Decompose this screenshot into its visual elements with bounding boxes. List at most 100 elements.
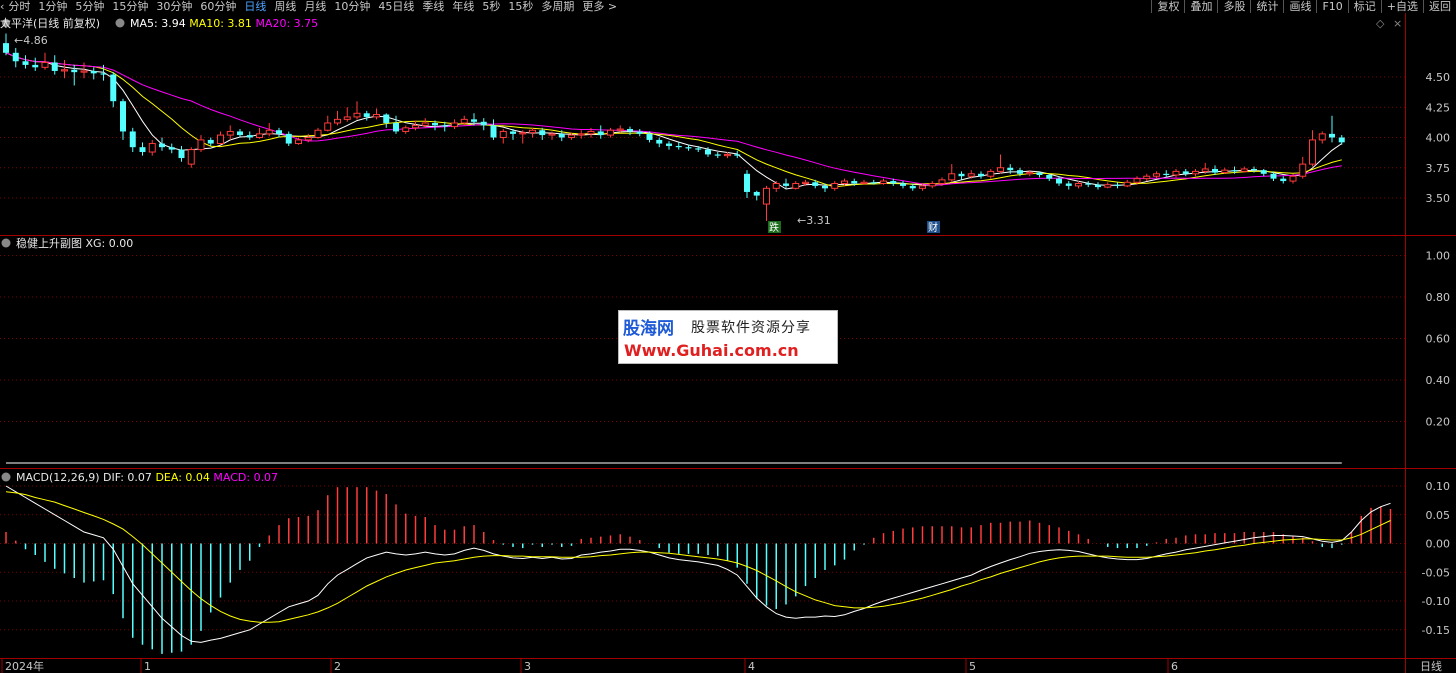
candle-body-120 <box>1172 170 1180 176</box>
candle-body-9 <box>90 70 97 74</box>
tool-button-8[interactable]: 返回 <box>1423 0 1456 13</box>
candle-body-40 <box>393 122 399 132</box>
price-tick-2: 4.00 <box>1426 132 1451 145</box>
period-tab-5[interactable]: 60分钟 <box>200 0 236 13</box>
ma5-line <box>5 52 1343 190</box>
period-tab-1[interactable]: 1分钟 <box>38 0 67 13</box>
stock-title: 太平洋(日线 前复权) <box>0 16 100 30</box>
candle-body-95 <box>928 182 936 187</box>
macd-tick-2: 0.00 <box>1426 538 1451 551</box>
candle-body-80 <box>783 183 789 186</box>
watermark-tagline: 股票软件资源分享 <box>691 320 811 336</box>
candle-body-30 <box>295 139 302 145</box>
xaxis-label-0: 2024年 <box>5 659 44 673</box>
period-tab-14[interactable]: 15秒 <box>508 0 533 13</box>
candle-body-109 <box>1065 183 1072 186</box>
period-tabs: ‹ 分时 1分钟 5分钟 15分钟 30分钟 60分钟 日线 周线 月线 10分钟 45日线 季线 年线 5… <box>0 0 625 13</box>
candle-body-33 <box>324 122 332 131</box>
ma20-line <box>5 52 1342 186</box>
candle-body-27 <box>265 129 273 135</box>
candle-body-20 <box>197 139 205 151</box>
min-price-label: ←3.31 <box>797 214 831 227</box>
candle-body-118 <box>1153 173 1160 177</box>
candle-body-84 <box>822 185 828 189</box>
candle-body-97 <box>948 173 956 181</box>
period-tab-13[interactable]: 5秒 <box>482 0 500 13</box>
candle-body-11 <box>110 74 117 102</box>
ma10-line <box>5 52 1342 188</box>
scroll-left-icon[interactable]: ‹ <box>0 0 4 13</box>
period-tab-0[interactable]: 分时 <box>8 0 30 13</box>
candle-body-2 <box>22 61 29 65</box>
candle-body-108 <box>1056 178 1062 184</box>
candle-body-101 <box>987 170 995 177</box>
candle-body-130 <box>1270 173 1277 179</box>
macd-tick-1: 0.05 <box>1426 509 1451 522</box>
candle-body-14 <box>139 147 146 153</box>
period-tab-2[interactable]: 5分钟 <box>75 0 104 13</box>
candle-body-113 <box>1104 184 1112 188</box>
candle-body-3 <box>32 64 39 68</box>
candle-body-64 <box>627 129 633 132</box>
candle-body-90 <box>880 180 887 184</box>
period-tab-10[interactable]: 45日线 <box>378 0 414 13</box>
ma-legend: MA5: 3.94 MA10: 3.81 MA20: 3.75 <box>130 17 318 30</box>
candle-body-89 <box>870 182 877 184</box>
xg-tick-1: 0.80 <box>1426 291 1451 304</box>
candle-body-50 <box>490 125 497 138</box>
candle-body-51 <box>499 130 507 138</box>
candle-body-46 <box>451 122 458 128</box>
macd-panel-collapse-icon <box>1 472 11 482</box>
candle-body-128 <box>1251 168 1257 171</box>
period-tab-15[interactable]: 多周期 <box>541 0 574 13</box>
candle-body-28 <box>276 130 282 134</box>
watermark-url: Www.Guhai.com.cn <box>624 341 799 360</box>
tool-button-4[interactable]: 画线 <box>1283 0 1316 13</box>
candle-body-45 <box>441 125 448 127</box>
xg-tick-3: 0.40 <box>1426 374 1451 387</box>
xg-tick-0: 1.00 <box>1426 250 1451 263</box>
period-tab-4[interactable]: 30分钟 <box>156 0 192 13</box>
candle-body-6 <box>61 69 68 72</box>
event-cai-text: 财 <box>928 221 938 234</box>
tool-button-6[interactable]: 标记 <box>1347 0 1381 13</box>
period-tab-6[interactable]: 日线 <box>244 0 266 13</box>
period-label: 日线 <box>1420 659 1442 673</box>
close-icon: × <box>1393 17 1402 30</box>
period-tab-9[interactable]: 10分钟 <box>334 0 370 13</box>
candle-body-7 <box>71 69 78 73</box>
tool-button-7[interactable]: +自选 <box>1380 0 1423 13</box>
tool-button-1[interactable]: 叠加 <box>1184 0 1217 13</box>
period-tab-8[interactable]: 月线 <box>304 0 326 13</box>
candle-body-24 <box>237 131 243 136</box>
period-tab-12[interactable]: 年线 <box>452 0 474 13</box>
candle-body-100 <box>978 173 984 177</box>
tool-button-2[interactable]: 多股 <box>1217 0 1250 13</box>
candle-body-102 <box>997 167 1004 172</box>
tool-button-5[interactable]: F10 <box>1316 0 1347 13</box>
candle-body-52 <box>510 131 516 134</box>
candle-body-133 <box>1299 163 1307 177</box>
period-tab-16[interactable]: 更多 > <box>582 0 617 13</box>
tool-button-3[interactable]: 统计 <box>1250 0 1283 13</box>
candle-body-115 <box>1123 181 1131 187</box>
candle-body-55 <box>539 130 546 136</box>
candle-body-121 <box>1182 171 1189 174</box>
candle-body-135 <box>1318 133 1326 141</box>
candle-body-98 <box>958 173 965 177</box>
period-tab-11[interactable]: 季线 <box>422 0 444 13</box>
tool-button-0[interactable]: 复权 <box>1151 0 1184 13</box>
candle-body-32 <box>314 129 322 139</box>
candle-body-66 <box>646 133 653 140</box>
dea-line <box>5 491 1391 623</box>
period-tab-7[interactable]: 周线 <box>274 0 296 13</box>
candle-body-48 <box>471 119 477 122</box>
candle-body-106 <box>1036 172 1043 176</box>
candle-body-35 <box>343 116 351 120</box>
period-tab-3[interactable]: 15分钟 <box>112 0 148 13</box>
xaxis-label-1: 1 <box>144 660 151 673</box>
candle-body-131 <box>1280 178 1287 182</box>
xaxis-label-5: 5 <box>969 660 976 673</box>
candle-body-19 <box>187 149 195 165</box>
candle-body-22 <box>217 134 224 145</box>
